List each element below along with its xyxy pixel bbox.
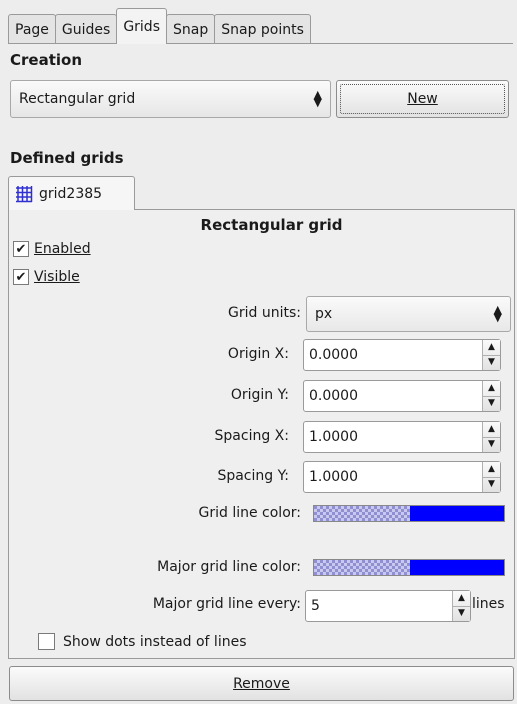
remove-grid-button[interactable]: Remove — [9, 666, 514, 701]
spacing-x-spin[interactable]: 1.0000 ▲ ▼ — [303, 421, 501, 453]
tab-snap[interactable]: Snap — [166, 14, 216, 44]
defined-grids-title: Defined grids — [10, 149, 124, 167]
grid-units-select[interactable]: px ▲ ▼ — [306, 296, 511, 332]
tab-page-label: Page — [15, 21, 49, 38]
creation-title: Creation — [10, 51, 82, 69]
color-swatch — [410, 560, 504, 575]
decrement-icon[interactable]: ▼ — [483, 476, 500, 493]
lines-suffix: lines — [472, 596, 505, 612]
grid-heading: Rectangular grid — [200, 216, 343, 234]
origin-y-label: Origin Y: — [230, 387, 289, 403]
increment-icon[interactable]: ▲ — [483, 340, 500, 355]
alpha-swatch — [314, 506, 410, 521]
major-every-label: Major grid line every: — [152, 596, 301, 612]
enabled-checkbox[interactable]: ✔ — [13, 241, 29, 257]
origin-y-value[interactable]: 0.0000 — [304, 381, 482, 411]
origin-x-spin[interactable]: 0.0000 ▲ ▼ — [303, 339, 501, 371]
visible-label: Visible — [34, 269, 80, 285]
tab-grids[interactable]: Grids — [116, 8, 167, 44]
visible-checkbox-row[interactable]: ✔ Visible — [13, 269, 80, 285]
enabled-checkbox-row[interactable]: ✔ Enabled — [13, 241, 91, 257]
spacing-y-spin[interactable]: 1.0000 ▲ ▼ — [303, 461, 501, 493]
origin-y-spin[interactable]: 0.0000 ▲ ▼ — [303, 380, 501, 412]
tab-guides-label: Guides — [61, 21, 111, 38]
grid-line-color-button[interactable] — [313, 505, 505, 522]
major-every-spin[interactable]: 5 ▲ ▼ — [305, 590, 471, 622]
grid-type-select[interactable]: Rectangular grid ▲ ▼ — [10, 80, 331, 118]
decrement-icon[interactable]: ▼ — [483, 354, 500, 371]
focus-ring — [340, 84, 505, 114]
preferences-tabbar: Page Guides Grids Snap Snap points — [8, 8, 311, 44]
tab-grid2385[interactable]: grid2385 — [8, 176, 135, 210]
select-arrows-icon: ▲ ▼ — [313, 88, 322, 109]
color-swatch — [410, 506, 504, 521]
grid-type-value: Rectangular grid — [19, 91, 136, 107]
show-dots-label: Show dots instead of lines — [63, 633, 247, 650]
tab-grids-label: Grids — [123, 18, 160, 35]
tab-snap-label: Snap — [173, 21, 209, 38]
major-grid-line-color-button[interactable] — [313, 559, 505, 576]
spacing-x-value[interactable]: 1.0000 — [304, 422, 482, 452]
increment-icon[interactable]: ▲ — [483, 462, 500, 477]
alpha-swatch — [314, 560, 410, 575]
major-every-value[interactable]: 5 — [306, 591, 452, 621]
tab-snap-points-label: Snap points — [221, 21, 304, 38]
origin-x-value[interactable]: 0.0000 — [304, 340, 482, 370]
major-grid-line-color-label: Major grid line color: — [157, 559, 301, 575]
increment-icon[interactable]: ▲ — [483, 422, 500, 437]
enabled-label: Enabled — [34, 241, 91, 257]
tab-page[interactable]: Page — [8, 14, 56, 44]
spacing-y-value[interactable]: 1.0000 — [304, 462, 482, 492]
grid-line-color-label: Grid line color: — [198, 505, 302, 521]
tab-snap-points[interactable]: Snap points — [214, 14, 311, 44]
show-dots-checkbox[interactable] — [38, 633, 55, 650]
show-dots-row[interactable]: Show dots instead of lines — [38, 633, 247, 650]
remove-button-label: Remove — [233, 675, 290, 692]
tab-guides[interactable]: Guides — [54, 14, 118, 44]
spacing-x-label: Spacing X: — [214, 428, 289, 444]
grid-units-value: px — [315, 306, 333, 322]
decrement-icon[interactable]: ▼ — [483, 395, 500, 412]
grid-icon — [16, 185, 33, 202]
increment-icon[interactable]: ▲ — [453, 591, 470, 606]
tab-divider — [8, 43, 513, 44]
grid-units-label: Grid units: — [228, 305, 301, 321]
decrement-icon[interactable]: ▼ — [453, 605, 470, 622]
decrement-icon[interactable]: ▼ — [483, 436, 500, 453]
select-arrows-icon: ▲ ▼ — [493, 303, 502, 324]
spacing-y-label: Spacing Y: — [217, 468, 289, 484]
increment-icon[interactable]: ▲ — [483, 381, 500, 396]
new-grid-button[interactable]: New — [336, 80, 509, 118]
grid-tab-label: grid2385 — [39, 185, 103, 202]
origin-x-label: Origin X: — [227, 346, 289, 362]
visible-checkbox[interactable]: ✔ — [13, 269, 29, 285]
